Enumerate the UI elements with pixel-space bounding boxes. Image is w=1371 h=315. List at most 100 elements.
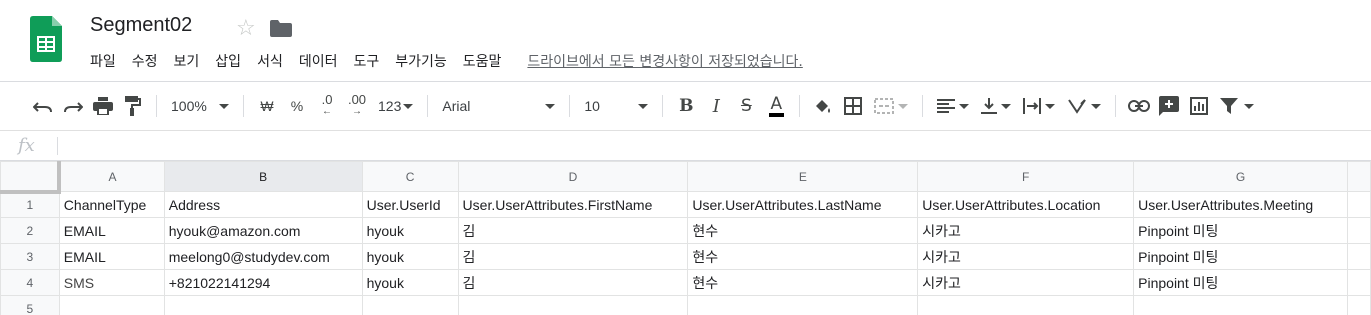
cell[interactable]: User.UserId (361, 191, 459, 218)
cell[interactable] (687, 295, 919, 315)
formula-input[interactable] (66, 134, 1356, 158)
cell[interactable] (457, 295, 689, 315)
font-family-select[interactable]: Arial (436, 91, 561, 121)
column-header-h[interactable] (1347, 161, 1371, 192)
filter-button[interactable] (1214, 91, 1260, 121)
cell[interactable]: 김 (457, 217, 689, 244)
insert-comment-button[interactable] (1154, 91, 1184, 121)
borders-button[interactable] (838, 91, 868, 121)
cell[interactable]: Pinpoint 미팅 (1133, 269, 1348, 296)
cell[interactable]: hyouk (361, 269, 459, 296)
insert-link-button[interactable] (1124, 91, 1154, 121)
cell[interactable] (917, 295, 1135, 315)
more-formats-select[interactable]: 123 (372, 91, 419, 121)
insert-chart-button[interactable] (1184, 91, 1214, 121)
cell[interactable]: 김 (457, 243, 689, 270)
sheets-logo-icon[interactable] (30, 16, 62, 62)
cell[interactable]: hyouk@amazon.com (163, 217, 363, 244)
menu-addons[interactable]: 부가기능 (387, 49, 455, 73)
cell[interactable] (1347, 191, 1371, 218)
cell[interactable]: Pinpoint 미팅 (1133, 217, 1348, 244)
cell[interactable]: 시카고 (917, 217, 1135, 244)
cell[interactable]: meelong0@studydev.com (163, 243, 363, 270)
redo-button[interactable] (58, 91, 88, 121)
cell[interactable] (1347, 295, 1371, 315)
cell[interactable]: EMAIL (58, 243, 165, 270)
save-status-link[interactable]: 드라이브에서 모든 변경사항이 저장되었습니다. (527, 51, 802, 71)
merge-cells-button[interactable] (868, 91, 914, 121)
cell[interactable] (58, 295, 165, 315)
row-header[interactable]: 1 (0, 191, 60, 218)
column-header-c[interactable]: C (361, 161, 459, 192)
cell[interactable]: 현수 (687, 217, 919, 244)
increase-decimal-button[interactable]: .00 → (342, 91, 372, 121)
cell[interactable] (1347, 243, 1371, 270)
menu-format[interactable]: 서식 (249, 49, 291, 73)
folder-icon[interactable] (270, 20, 292, 37)
cell[interactable]: User.UserAttributes.Meeting (1133, 191, 1348, 218)
row-header[interactable]: 5 (0, 295, 60, 315)
table-row: 1 ChannelType Address User.UserId User.U… (0, 191, 1371, 218)
menu-edit[interactable]: 수정 (124, 49, 166, 73)
italic-button[interactable]: I (701, 91, 731, 121)
cell[interactable]: 현수 (687, 269, 919, 296)
cell[interactable]: hyouk (361, 243, 459, 270)
star-icon[interactable]: ☆ (236, 14, 256, 42)
chevron-down-icon (638, 103, 649, 109)
column-header-a[interactable]: A (58, 161, 165, 192)
vertical-align-button[interactable] (975, 91, 1017, 121)
cell[interactable]: Pinpoint 미팅 (1133, 243, 1348, 270)
cell[interactable]: hyouk (361, 217, 459, 244)
menu-insert[interactable]: 삽입 (207, 49, 249, 73)
column-header-g[interactable]: G (1133, 161, 1348, 192)
cell[interactable]: 현수 (687, 243, 919, 270)
column-header-d[interactable]: D (457, 161, 689, 192)
font-size-select[interactable]: 10 (578, 91, 654, 121)
cell[interactable] (1347, 269, 1371, 296)
menu-help[interactable]: 도움말 (455, 49, 510, 73)
cell[interactable]: +821022141294 (163, 269, 363, 296)
cell[interactable]: User.UserAttributes.FirstName (457, 191, 689, 218)
text-wrapping-button[interactable] (1017, 91, 1061, 121)
select-all-corner[interactable] (0, 161, 62, 194)
row-header[interactable]: 2 (0, 217, 60, 244)
cell[interactable]: ChannelType (58, 191, 165, 218)
menu-tools[interactable]: 도구 (345, 49, 387, 73)
decrease-decimal-button[interactable]: .0 ← (312, 91, 342, 121)
menu-data[interactable]: 데이터 (291, 49, 346, 73)
percent-format-button[interactable]: % (282, 91, 312, 121)
row-header[interactable]: 4 (0, 269, 60, 296)
horizontal-align-button[interactable] (931, 91, 975, 121)
strikethrough-button[interactable]: S (731, 91, 761, 121)
cell[interactable]: User.UserAttributes.Location (917, 191, 1135, 218)
cell[interactable]: Address (163, 191, 363, 218)
cell[interactable]: 시카고 (917, 243, 1135, 270)
cell[interactable] (1133, 295, 1348, 315)
column-header-b[interactable]: B (163, 161, 363, 192)
text-rotation-button[interactable] (1061, 91, 1107, 121)
undo-button[interactable] (28, 91, 58, 121)
bold-button[interactable]: B (671, 91, 701, 121)
column-header-f[interactable]: F (917, 161, 1135, 192)
cell[interactable] (1347, 217, 1371, 244)
row-header[interactable]: 3 (0, 243, 60, 270)
print-button[interactable] (88, 91, 118, 121)
paint-format-button[interactable] (118, 91, 148, 121)
cell[interactable]: User.UserAttributes.LastName (687, 191, 919, 218)
cell[interactable]: 김 (457, 269, 689, 296)
cell[interactable]: 시카고 (917, 269, 1135, 296)
menu-view[interactable]: 보기 (166, 49, 208, 73)
text-color-button[interactable]: A (761, 91, 791, 121)
text-rotation-icon (1068, 99, 1087, 114)
cell[interactable] (163, 295, 363, 315)
column-header-e[interactable]: E (687, 161, 919, 192)
menu-file[interactable]: 파일 (82, 49, 124, 73)
document-title[interactable]: Segment02 (90, 14, 192, 37)
cell[interactable]: SMS (58, 269, 165, 296)
cell[interactable]: EMAIL (58, 217, 165, 244)
fill-color-button[interactable] (808, 91, 838, 121)
borders-icon (844, 97, 863, 115)
cell[interactable] (361, 295, 459, 315)
currency-format-button[interactable]: ₩ (252, 91, 282, 121)
zoom-select[interactable]: 100% (165, 91, 235, 121)
